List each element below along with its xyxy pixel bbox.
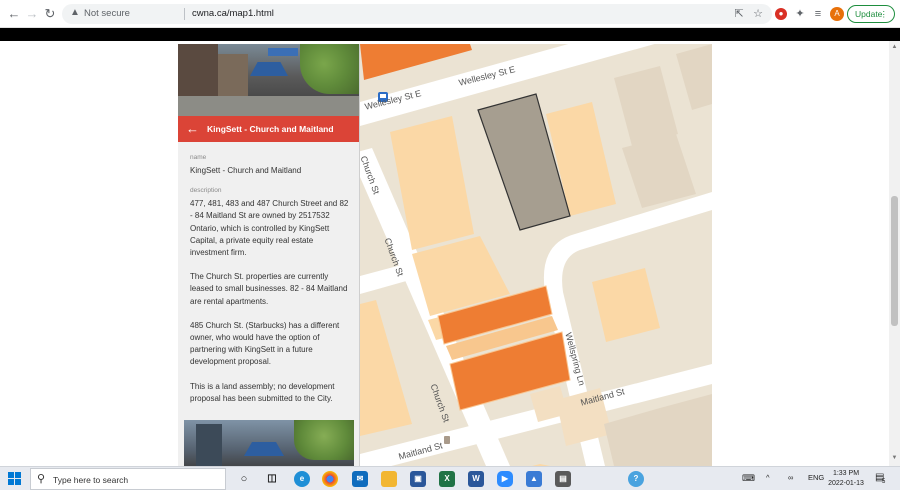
map-view[interactable]: Wellesley St E Wellesley St E Church St … (360, 44, 712, 466)
name-value: KingSett - Church and Maitland (190, 166, 302, 175)
word-icon[interactable]: W (468, 471, 484, 487)
scroll-up-icon[interactable]: ▲ (891, 44, 898, 50)
windows-start-icon[interactable] (8, 472, 22, 486)
forward-icon[interactable]: → (24, 6, 40, 22)
back-arrow-icon[interactable]: ← (186, 121, 199, 137)
panel-header: ← KingSett - Church and Maitland (178, 116, 359, 142)
chrome-icon[interactable] (322, 471, 338, 487)
reload-icon[interactable]: ↻ (42, 6, 58, 22)
warning-icon[interactable]: ▲ (70, 7, 80, 18)
property-photo (178, 44, 359, 116)
system-clock[interactable]: 1:33 PM 2022-01-13 (826, 469, 866, 489)
clock-date: 2022-01-13 (828, 480, 864, 487)
task-view-icon[interactable]: ◫ (264, 471, 280, 487)
search-icon: ⚲ (37, 473, 46, 485)
zoom-icon[interactable]: ▶ (497, 471, 513, 487)
share-icon[interactable]: ⇱ (732, 7, 746, 21)
feature-details: name KingSett - Church and Maitland desc… (190, 154, 352, 417)
page-scrollbar[interactable]: ▲ ▼ (889, 41, 900, 466)
menu-icon[interactable]: ⋮ (880, 6, 889, 22)
scrollbar-thumb[interactable] (891, 196, 898, 326)
description-paragraph: This is a land assembly; no development … (190, 381, 335, 403)
description-paragraph: The Church St. properties are currently … (190, 272, 348, 306)
map-canvas[interactable] (360, 44, 712, 466)
taskbar-search[interactable]: ⚲ Type here to search (30, 468, 226, 490)
description-paragraph: 485 Church St. (Starbucks) has a differe… (190, 320, 340, 367)
description-paragraph: 477, 481, 483 and 487 Church Street and … (190, 199, 349, 258)
description-label: description (190, 187, 222, 195)
edge-icon[interactable]: e (294, 471, 310, 487)
search-placeholder: Type here to search (53, 475, 129, 485)
network-icon[interactable]: ∞ (788, 473, 793, 482)
avatar[interactable]: A (830, 7, 844, 21)
scroll-down-icon[interactable]: ▼ (891, 455, 898, 461)
notification-count: 5 (882, 479, 886, 485)
security-label: Not secure (84, 8, 130, 19)
puzzle-icon[interactable]: ✦ (793, 7, 807, 21)
reading-list-icon[interactable]: ≡ (811, 7, 825, 21)
extension-icon[interactable]: ● (775, 8, 787, 20)
notification-icon[interactable]: ▤ 5 (875, 472, 889, 486)
browser-toolbar: ← → ↻ ▲ Not secure cwna.ca/map1.html ⇱ ☆… (0, 0, 900, 28)
clock-time: 1:33 PM (832, 470, 860, 477)
panel-title: KingSett - Church and Maitland (207, 124, 334, 134)
keyboard-icon[interactable]: ⌨ (742, 473, 755, 484)
star-icon[interactable]: ☆ (751, 7, 765, 21)
store-icon[interactable]: ▣ (410, 471, 426, 487)
remote-desktop-icon[interactable]: ▤ (555, 471, 571, 487)
back-icon[interactable]: ← (6, 6, 22, 22)
update-label: Update (855, 9, 883, 19)
update-button[interactable]: Update ⋮ (847, 5, 895, 23)
language-indicator[interactable]: ENG (808, 473, 824, 482)
name-label: name (190, 154, 207, 161)
address-bar[interactable]: ▲ Not secure cwna.ca/map1.html (62, 4, 772, 24)
taskbar: ⚲ Type here to search ○ ◫ e ✉ ▣ X W ▶ ▲ … (0, 466, 900, 490)
url-text[interactable]: cwna.ca/map1.html (192, 8, 274, 19)
photos-icon[interactable]: ▲ (526, 471, 542, 487)
excel-icon[interactable]: X (439, 471, 455, 487)
cortana-icon[interactable]: ○ (236, 471, 252, 487)
help-icon[interactable]: ? (628, 471, 644, 487)
page-content: ← KingSett - Church and Maitland name Ki… (0, 41, 900, 466)
page-header-bar (0, 28, 900, 41)
address-separator (184, 8, 185, 20)
property-photo-2 (184, 420, 354, 466)
mail-icon[interactable]: ✉ (352, 471, 368, 487)
feature-info-panel: ← KingSett - Church and Maitland name Ki… (178, 44, 360, 466)
file-explorer-icon[interactable] (381, 471, 397, 487)
chevron-up-icon[interactable]: ^ (766, 473, 770, 482)
